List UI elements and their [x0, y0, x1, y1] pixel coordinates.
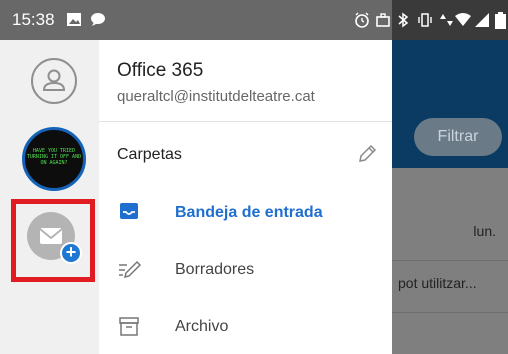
drawer-divider [99, 121, 392, 122]
folder-label-archive: Archivo [175, 318, 229, 335]
signal-icon [475, 13, 489, 27]
chat-icon [91, 13, 105, 26]
person-icon [42, 69, 66, 91]
account-email: queraltcl@institutdelteatre.cat [117, 88, 315, 105]
alarm-icon [355, 12, 369, 28]
avatar-photo-text: HAVE YOU TRIED TURNING IT OFF AND ON AGA… [26, 148, 82, 166]
account-name: Office 365 [117, 60, 204, 81]
status-bar: 15:38 [0, 0, 508, 40]
briefcase-icon [376, 13, 390, 27]
battery-icon [495, 12, 506, 29]
bluetooth-icon [398, 12, 409, 28]
wifi-icon [455, 13, 471, 26]
message-list [392, 168, 508, 354]
default-account-avatar[interactable] [31, 58, 77, 104]
plus-icon[interactable]: + [60, 242, 82, 264]
message-date: lun. [473, 223, 496, 239]
folders-heading: Carpetas [117, 146, 182, 163]
edit-pencil-icon[interactable] [356, 143, 378, 165]
gallery-icon [67, 13, 81, 26]
folder-item-drafts[interactable]: Borradores [99, 246, 392, 296]
status-time: 15:38 [12, 10, 55, 29]
list-divider [392, 260, 508, 261]
archive-icon [119, 317, 139, 336]
folder-label-inbox: Bandeja de entrada [175, 204, 323, 221]
folder-label-drafts: Borradores [175, 261, 255, 278]
filter-button[interactable]: Filtrar [414, 118, 502, 156]
drafts-icon [119, 260, 142, 279]
message-preview: pot utilitzar... [398, 275, 477, 291]
folder-item-archive[interactable]: Archivo [99, 303, 392, 353]
list-divider [392, 312, 508, 313]
folder-item-inbox[interactable]: Bandeja de entrada [99, 189, 392, 239]
vibrate-icon [418, 13, 432, 27]
data-arrows-icon [440, 14, 453, 26]
account-photo-avatar[interactable]: HAVE YOU TRIED TURNING IT OFF AND ON AGA… [22, 127, 86, 191]
inbox-icon [120, 203, 138, 219]
